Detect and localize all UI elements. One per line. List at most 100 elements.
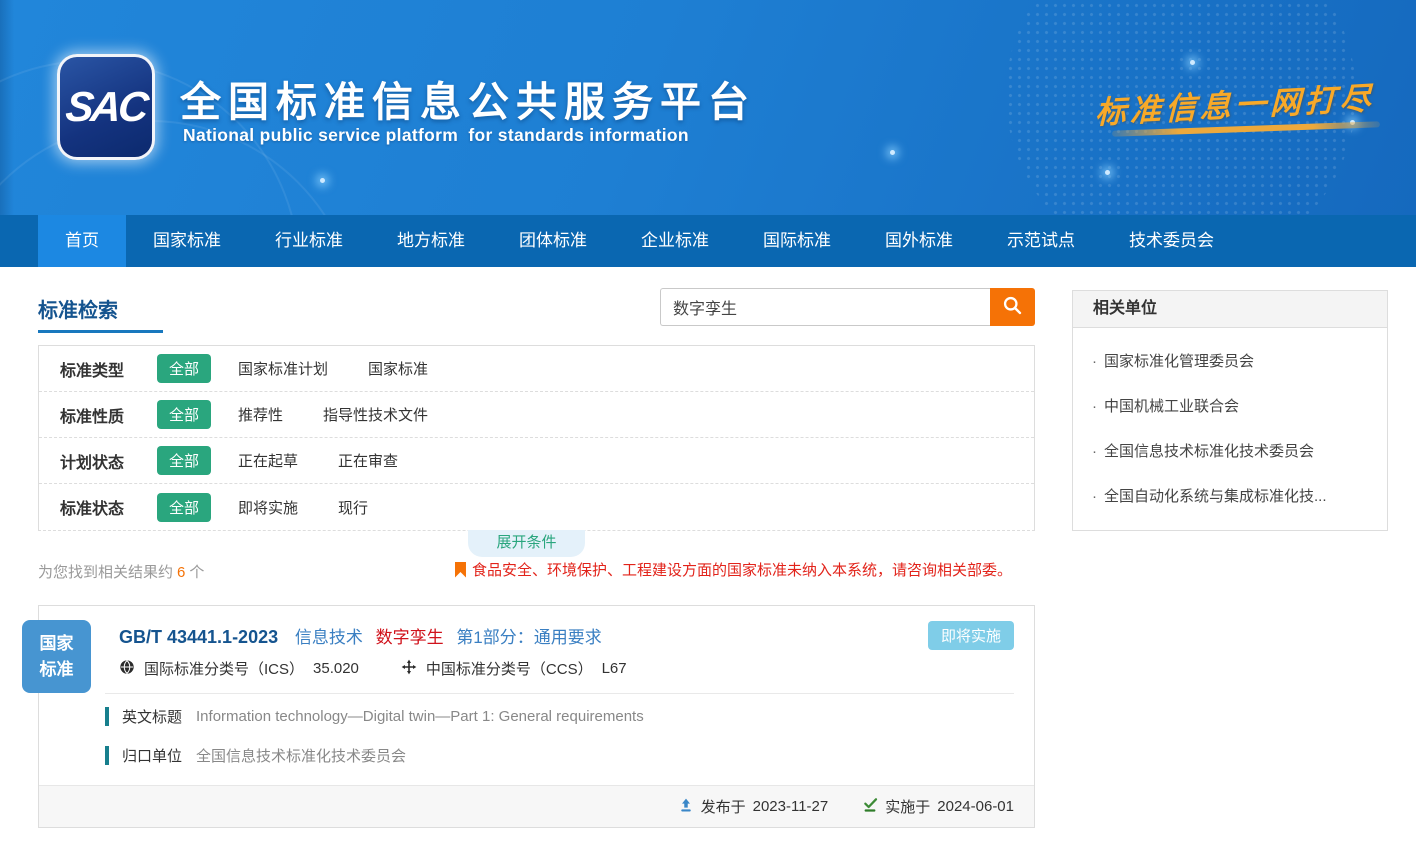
standard-type-badge: 国家 标准 — [22, 620, 91, 693]
expand-conditions-button[interactable]: 展开条件 — [468, 530, 585, 557]
filter-selected-all[interactable]: 全部 — [157, 446, 211, 475]
bullet: · — [1092, 488, 1097, 505]
nav-item-group-standards[interactable]: 团体标准 — [492, 215, 614, 267]
search-input[interactable] — [660, 288, 990, 326]
result-count: 6 — [177, 564, 185, 581]
standard-type-badge-line2: 标准 — [22, 657, 91, 683]
filter-option[interactable]: 正在审查 — [338, 450, 398, 471]
ccs-value: L67 — [602, 660, 627, 677]
result-summary-suffix: 个 — [189, 564, 204, 581]
glow-dot-decoration — [320, 178, 325, 183]
sidebar-item-machinery-federation[interactable]: ·中国机械工业联合会 — [1073, 383, 1387, 428]
status-badge: 即将实施 — [928, 621, 1014, 650]
magnifier-icon — [1002, 295, 1023, 319]
implement-label: 实施于 — [885, 796, 930, 817]
standard-type-badge-line1: 国家 — [22, 631, 91, 657]
filter-option[interactable]: 推荐性 — [238, 404, 283, 425]
sidebar-title: 相关单位 — [1072, 290, 1388, 328]
system-notice: 食品安全、环境保护、工程建设方面的国家标准未纳入本系统，请咨询相关部委。 — [455, 559, 1012, 580]
search-box — [660, 288, 1035, 326]
result-summary: 为您找到相关结果约6个 — [38, 561, 204, 582]
bullet: · — [1092, 398, 1097, 415]
sidebar-list: · 国家标准化管理委员会 ·中国机械工业联合会 ·全国信息技术标准化技术委员会 ·… — [1072, 328, 1388, 531]
standard-title-link[interactable]: GB/T 43441.1-2023 信息技术 数字孪生 第1部分：通用要求 — [119, 623, 602, 648]
nav-item-industry-standards[interactable]: 行业标准 — [248, 215, 370, 267]
ccs-label: 中国标准分类号（CCS） — [426, 658, 593, 679]
ics-meta: 国际标准分类号（ICS） 35.020 — [119, 658, 359, 679]
nav-item-local-standards[interactable]: 地方标准 — [370, 215, 492, 267]
filter-selected-all[interactable]: 全部 — [157, 354, 211, 383]
filter-option[interactable]: 即将实施 — [238, 497, 298, 518]
filter-row-standard-nature: 标准性质 全部 推荐性 指导性技术文件 — [39, 392, 1034, 438]
filter-row-plan-status: 计划状态 全部 正在起草 正在审查 — [39, 438, 1034, 484]
compass-icon — [401, 659, 417, 679]
notice-text: 食品安全、环境保护、工程建设方面的国家标准未纳入本系统，请咨询相关部委。 — [472, 559, 1012, 580]
bullet: · — [1092, 353, 1097, 370]
glow-dot-decoration — [1190, 60, 1195, 65]
implement-check-icon — [862, 797, 878, 817]
filter-option[interactable]: 正在起草 — [238, 450, 298, 471]
dept-label: 归口单位 — [122, 745, 182, 766]
sidebar-item-sac[interactable]: · 国家标准化管理委员会 — [1073, 338, 1387, 383]
site-banner: SAC 全国标准信息公共服务平台 National public service… — [0, 0, 1416, 215]
filter-selected-all[interactable]: 全部 — [157, 493, 211, 522]
bullet: · — [1092, 443, 1097, 460]
filter-option[interactable]: 现行 — [338, 497, 368, 518]
ics-value: 35.020 — [313, 660, 359, 677]
filter-panel: 标准类型 全部 国家标准计划 国家标准 标准性质 全部 推荐性 指导性技术文件 … — [38, 345, 1035, 531]
filter-option[interactable]: 国家标准计划 — [238, 358, 328, 379]
filter-selected-all[interactable]: 全部 — [157, 400, 211, 429]
english-title-value: Information technology—Digital twin—Part… — [196, 708, 644, 725]
filter-label: 标准状态 — [60, 495, 157, 519]
site-title: 全国标准信息公共服务平台 — [180, 68, 756, 128]
card-divider — [105, 693, 1014, 694]
sac-logo[interactable]: SAC — [57, 54, 155, 160]
main-nav-inner: 首页 国家标准 行业标准 地方标准 团体标准 企业标准 国际标准 国外标准 示范… — [0, 215, 1416, 267]
dept-value: 全国信息技术标准化技术委员会 — [196, 745, 406, 766]
filter-label: 标准性质 — [60, 403, 157, 427]
ccs-meta: 中国标准分类号（CCS） L67 — [401, 658, 627, 679]
dept-row: 归口单位 全国信息技术标准化技术委员会 — [105, 745, 406, 766]
filter-label: 标准类型 — [60, 357, 157, 381]
filter-label: 计划状态 — [60, 449, 157, 473]
nav-item-home[interactable]: 首页 — [38, 215, 126, 267]
nav-item-national-standards[interactable]: 国家标准 — [126, 215, 248, 267]
glow-dot-decoration — [890, 150, 895, 155]
nav-item-foreign-standards[interactable]: 国外标准 — [858, 215, 980, 267]
publish-label: 发布于 — [701, 796, 746, 817]
sidebar-item-automation-systems-committee[interactable]: ·全国自动化系统与集成标准化技... — [1073, 473, 1387, 518]
filter-option[interactable]: 国家标准 — [368, 358, 428, 379]
english-title-label: 英文标题 — [122, 706, 182, 727]
implement-date-item: 实施于 2024-06-01 — [862, 796, 1014, 817]
related-units-sidebar: 相关单位 · 国家标准化管理委员会 ·中国机械工业联合会 ·全国信息技术标准化技术… — [1072, 290, 1388, 531]
standard-result-card: 国家 标准 GB/T 43441.1-2023 信息技术 数字孪生 第1部分：通… — [38, 605, 1035, 828]
standard-title-part2: 第1部分：通用要求 — [456, 628, 601, 647]
teal-bar-decoration — [105, 746, 109, 765]
bookmark-icon — [455, 562, 466, 578]
standard-title-part1: 信息技术 — [295, 628, 363, 647]
search-button[interactable] — [990, 288, 1035, 326]
card-footer: 发布于 2023-11-27 实施于 2024-06-01 — [39, 785, 1034, 827]
page-title: 标准检索 — [38, 294, 118, 323]
nav-item-international-standards[interactable]: 国际标准 — [736, 215, 858, 267]
nav-item-technical-committees[interactable]: 技术委员会 — [1102, 215, 1241, 267]
classification-meta-row: 国际标准分类号（ICS） 35.020 中国标准分类号（CCS） L67 — [119, 658, 669, 679]
publish-date-item: 发布于 2023-11-27 — [678, 796, 829, 817]
sidebar-item-label: 国家标准化管理委员会 — [1104, 353, 1254, 370]
implement-date: 2024-06-01 — [937, 798, 1014, 815]
result-summary-prefix: 为您找到相关结果约 — [38, 564, 173, 581]
page-title-underline — [38, 330, 163, 333]
sidebar-item-it-standardization-committee[interactable]: ·全国信息技术标准化技术委员会 — [1073, 428, 1387, 473]
nav-item-pilot-projects[interactable]: 示范试点 — [980, 215, 1102, 267]
globe-icon — [119, 659, 135, 679]
publish-date: 2023-11-27 — [753, 798, 829, 815]
standard-code: GB/T 43441.1-2023 — [119, 627, 278, 647]
filter-option[interactable]: 指导性技术文件 — [323, 404, 428, 425]
glow-dot-decoration — [1105, 170, 1110, 175]
filter-row-standard-status: 标准状态 全部 即将实施 现行 — [39, 484, 1034, 530]
publish-upload-icon — [678, 797, 694, 817]
nav-item-enterprise-standards[interactable]: 企业标准 — [614, 215, 736, 267]
teal-bar-decoration — [105, 707, 109, 726]
english-title-row: 英文标题 Information technology—Digital twin… — [105, 706, 644, 727]
filter-row-standard-type: 标准类型 全部 国家标准计划 国家标准 — [39, 346, 1034, 392]
